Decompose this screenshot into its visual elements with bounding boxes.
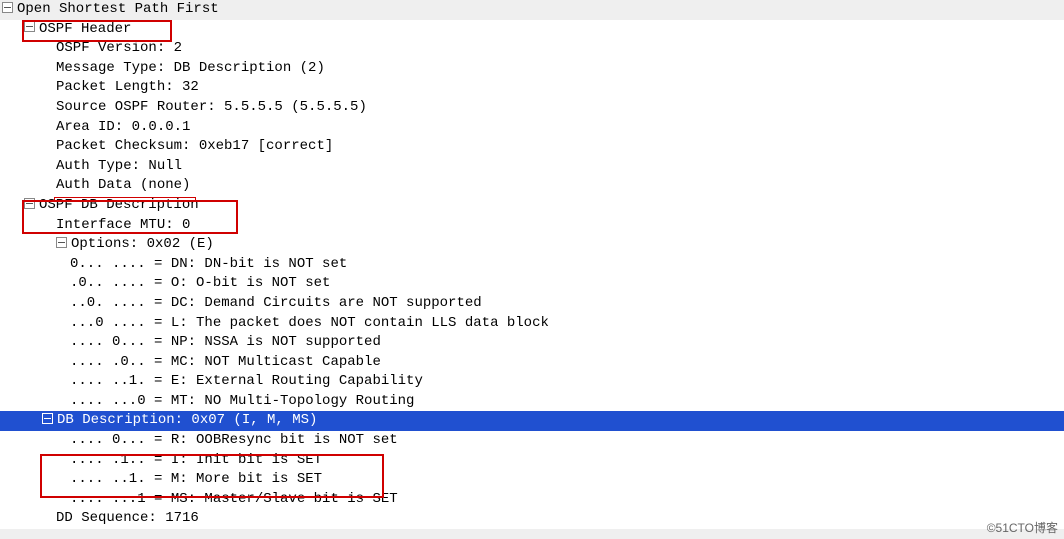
field-version[interactable]: OSPF Version: 2 [0,39,1064,59]
options-row[interactable]: Options: 0x02 (E) [0,235,1064,255]
dbd-r[interactable]: .... 0... = R: OOBResync bit is NOT set [0,431,1064,451]
opt-mc[interactable]: .... .0.. = MC: NOT Multicast Capable [0,353,1064,373]
dbd-i[interactable]: .... .1.. = I: Init bit is SET [0,451,1064,471]
field-srcrouter[interactable]: Source OSPF Router: 5.5.5.5 (5.5.5.5) [0,98,1064,118]
collapse-icon[interactable] [42,413,53,424]
collapse-icon[interactable] [56,237,67,248]
collapse-icon[interactable] [24,198,35,209]
opt-mt[interactable]: .... ...0 = MT: NO Multi-Topology Routin… [0,392,1064,412]
ospf-dbdesc-label: OSPF DB Description [39,197,199,213]
field-ddseq[interactable]: DD Sequence: 1716 [0,509,1064,529]
opt-dc[interactable]: ..0. .... = DC: Demand Circuits are NOT … [0,294,1064,314]
collapse-icon[interactable] [2,2,13,13]
ospf-header-label: OSPF Header [39,21,131,37]
ospf-dbdesc-row[interactable]: OSPF DB Description [0,196,1064,216]
field-msgtype[interactable]: Message Type: DB Description (2) [0,59,1064,79]
opt-e[interactable]: .... ..1. = E: External Routing Capabili… [0,372,1064,392]
field-authdata[interactable]: Auth Data (none) [0,176,1064,196]
collapse-icon[interactable] [24,21,35,32]
dbd-m[interactable]: .... ..1. = M: More bit is SET [0,470,1064,490]
opt-dn[interactable]: 0... .... = DN: DN-bit is NOT set [0,255,1064,275]
field-pktlen[interactable]: Packet Length: 32 [0,78,1064,98]
options-label: Options: 0x02 (E) [71,236,214,252]
dbdesc-flags-label: DB Description: 0x07 (I, M, MS) [57,412,317,428]
field-authtype[interactable]: Auth Type: Null [0,157,1064,177]
root-row[interactable]: Open Shortest Path First [0,0,1064,20]
opt-o[interactable]: .0.. .... = O: O-bit is NOT set [0,274,1064,294]
opt-np[interactable]: .... 0... = NP: NSSA is NOT supported [0,333,1064,353]
opt-l[interactable]: ...0 .... = L: The packet does NOT conta… [0,314,1064,334]
field-areaid[interactable]: Area ID: 0.0.0.1 [0,118,1064,138]
dbd-ms[interactable]: .... ...1 = MS: Master/Slave bit is SET [0,490,1064,510]
dbdesc-flags-row[interactable]: DB Description: 0x07 (I, M, MS) [0,411,1064,431]
ospf-header-row[interactable]: OSPF Header [0,20,1064,40]
watermark: ©51CTO博客 [987,520,1058,537]
field-checksum[interactable]: Packet Checksum: 0xeb17 [correct] [0,137,1064,157]
root-label: Open Shortest Path First [17,1,219,17]
field-mtu[interactable]: Interface MTU: 0 [0,216,1064,236]
